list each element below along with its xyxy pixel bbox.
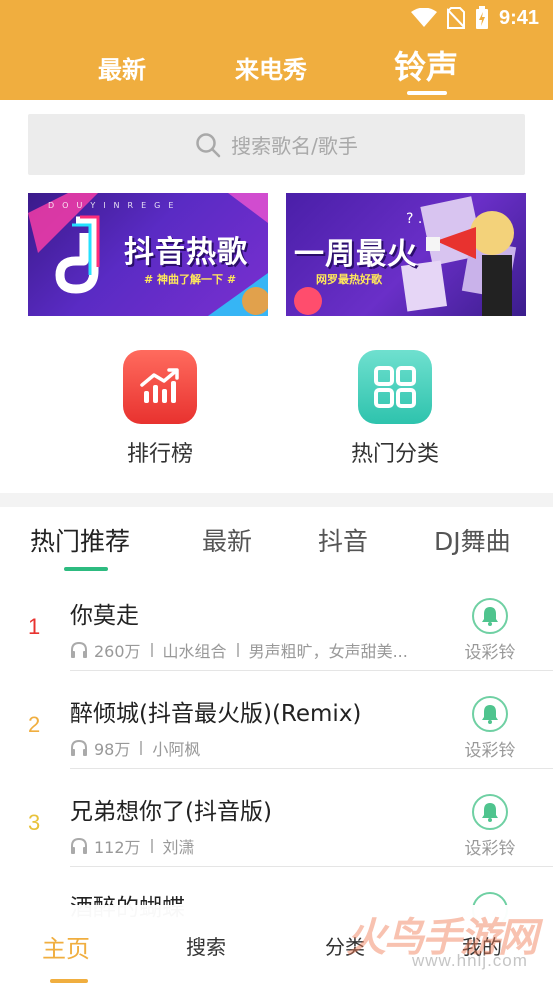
battery-icon (475, 6, 488, 29)
song-meta: 98万 小阿枫 (70, 736, 200, 760)
play-count: 112万 (94, 838, 141, 857)
song-rank: 2 (28, 712, 41, 737)
header: 9:41 最新 来电秀 铃声 (0, 0, 553, 100)
status-bar: 9:41 (0, 0, 553, 38)
tab-dj[interactable]: DJ舞曲 (434, 522, 511, 558)
chart-up-icon (123, 350, 197, 424)
headphones-icon (71, 837, 87, 854)
nav-home[interactable]: 主页 (42, 929, 90, 964)
entry-label: 热门分类 (350, 442, 439, 467)
entry-label: 排行榜 (126, 442, 193, 467)
category-active-indicator (64, 567, 108, 571)
search-input[interactable]: 搜索歌名/歌手 (28, 114, 525, 175)
banner-weekly-hot[interactable]: ? . 一周最火 网罗最热好歌 (286, 193, 526, 316)
entry-hot-categories[interactable]: 热门分类 (335, 350, 455, 468)
wifi-icon (410, 8, 437, 27)
song-meta: 112万 刘潇 (70, 834, 195, 858)
svg-text:? .: ? . (406, 211, 422, 227)
bottom-nav: 主页 搜索 分类 我的 (0, 905, 553, 983)
search-placeholder: 搜索歌名/歌手 (231, 134, 358, 158)
song-tags: 男声粗旷，女声甜美... (248, 642, 408, 661)
song-rank: 1 (28, 614, 41, 639)
nav-search[interactable]: 搜索 (186, 931, 226, 960)
set-ringback-label: 设彩铃 (464, 839, 516, 859)
tab-douyin[interactable]: 抖音 (318, 522, 368, 558)
banner-subtitle: # 神曲了解一下 # (144, 273, 237, 286)
search-icon (196, 132, 221, 157)
banner-top-text: DOUYINREGE (48, 201, 182, 210)
set-ringback-button[interactable]: 设彩铃 (460, 794, 520, 859)
banner-douyin-hits[interactable]: DOUYINREGE 抖音热歌 # 神曲了解一下 # (28, 193, 268, 316)
set-ringback-button[interactable]: 设彩铃 (460, 696, 520, 761)
divider (236, 643, 239, 657)
nav-mine[interactable]: 我的 (462, 931, 502, 960)
tab-ringtone[interactable]: 铃声 (394, 42, 458, 88)
row-divider (70, 866, 553, 867)
song-rank: 3 (28, 810, 41, 835)
app-root: 9:41 最新 来电秀 铃声 搜索歌名/歌手 DOUYINREGE 抖音热歌 #… (0, 0, 553, 983)
headphones-icon (71, 641, 87, 658)
set-ringback-label: 设彩铃 (464, 741, 516, 761)
divider (150, 839, 153, 853)
nav-categories[interactable]: 分类 (325, 931, 365, 960)
set-ringback-button[interactable]: 设彩铃 (460, 598, 520, 663)
set-ringback-label: 设彩铃 (464, 643, 516, 663)
divider (150, 643, 153, 657)
headphones-icon (71, 739, 87, 756)
song-title: 兄弟想你了(抖音版) (70, 799, 272, 825)
song-title: 醉倾城(抖音最火版)(Remix) (70, 701, 362, 727)
grid-icon (358, 350, 432, 424)
artist-name: 山水组合 (162, 642, 227, 661)
bell-icon (472, 794, 508, 830)
bell-icon (472, 598, 508, 634)
list-item[interactable]: 3 兄弟想你了(抖音版) 112万 刘潇 设彩铃 (0, 770, 553, 868)
top-tabs: 最新 来电秀 铃声 (0, 42, 553, 100)
tab-active-indicator (407, 91, 447, 95)
song-meta: 260万 山水组合 男声粗旷，女声甜美... (70, 638, 408, 662)
status-time: 9:41 (498, 6, 539, 29)
tab-newest[interactable]: 最新 (202, 522, 252, 558)
play-count: 260万 (94, 642, 141, 661)
list-item[interactable]: 2 醉倾城(抖音最火版)(Remix) 98万 小阿枫 设彩铃 (0, 672, 553, 770)
row-divider (70, 670, 553, 671)
row-divider (70, 768, 553, 769)
nav-active-indicator (50, 979, 88, 983)
tab-latest[interactable]: 最新 (98, 50, 146, 85)
banner-title: 抖音热歌 (124, 235, 248, 270)
play-count: 98万 (94, 740, 131, 759)
artist-name: 刘潇 (162, 838, 195, 857)
song-title: 你莫走 (70, 603, 139, 629)
section-divider (0, 493, 553, 507)
banner-title: 一周最火 (294, 237, 418, 272)
entry-ranking[interactable]: 排行榜 (100, 350, 220, 468)
artist-name: 小阿枫 (152, 740, 201, 759)
no-sim-icon (446, 7, 465, 29)
bell-icon (472, 696, 508, 732)
list-item[interactable]: 1 你莫走 260万 山水组合 男声粗旷，女声甜美... 设彩铃 (0, 574, 553, 672)
tab-call-show[interactable]: 来电秀 (235, 50, 307, 85)
status-icons: 9:41 (410, 6, 539, 30)
banner-subtitle: 网罗最热好歌 (316, 273, 382, 286)
divider (140, 741, 143, 755)
tab-hot-recommend[interactable]: 热门推荐 (30, 522, 130, 558)
